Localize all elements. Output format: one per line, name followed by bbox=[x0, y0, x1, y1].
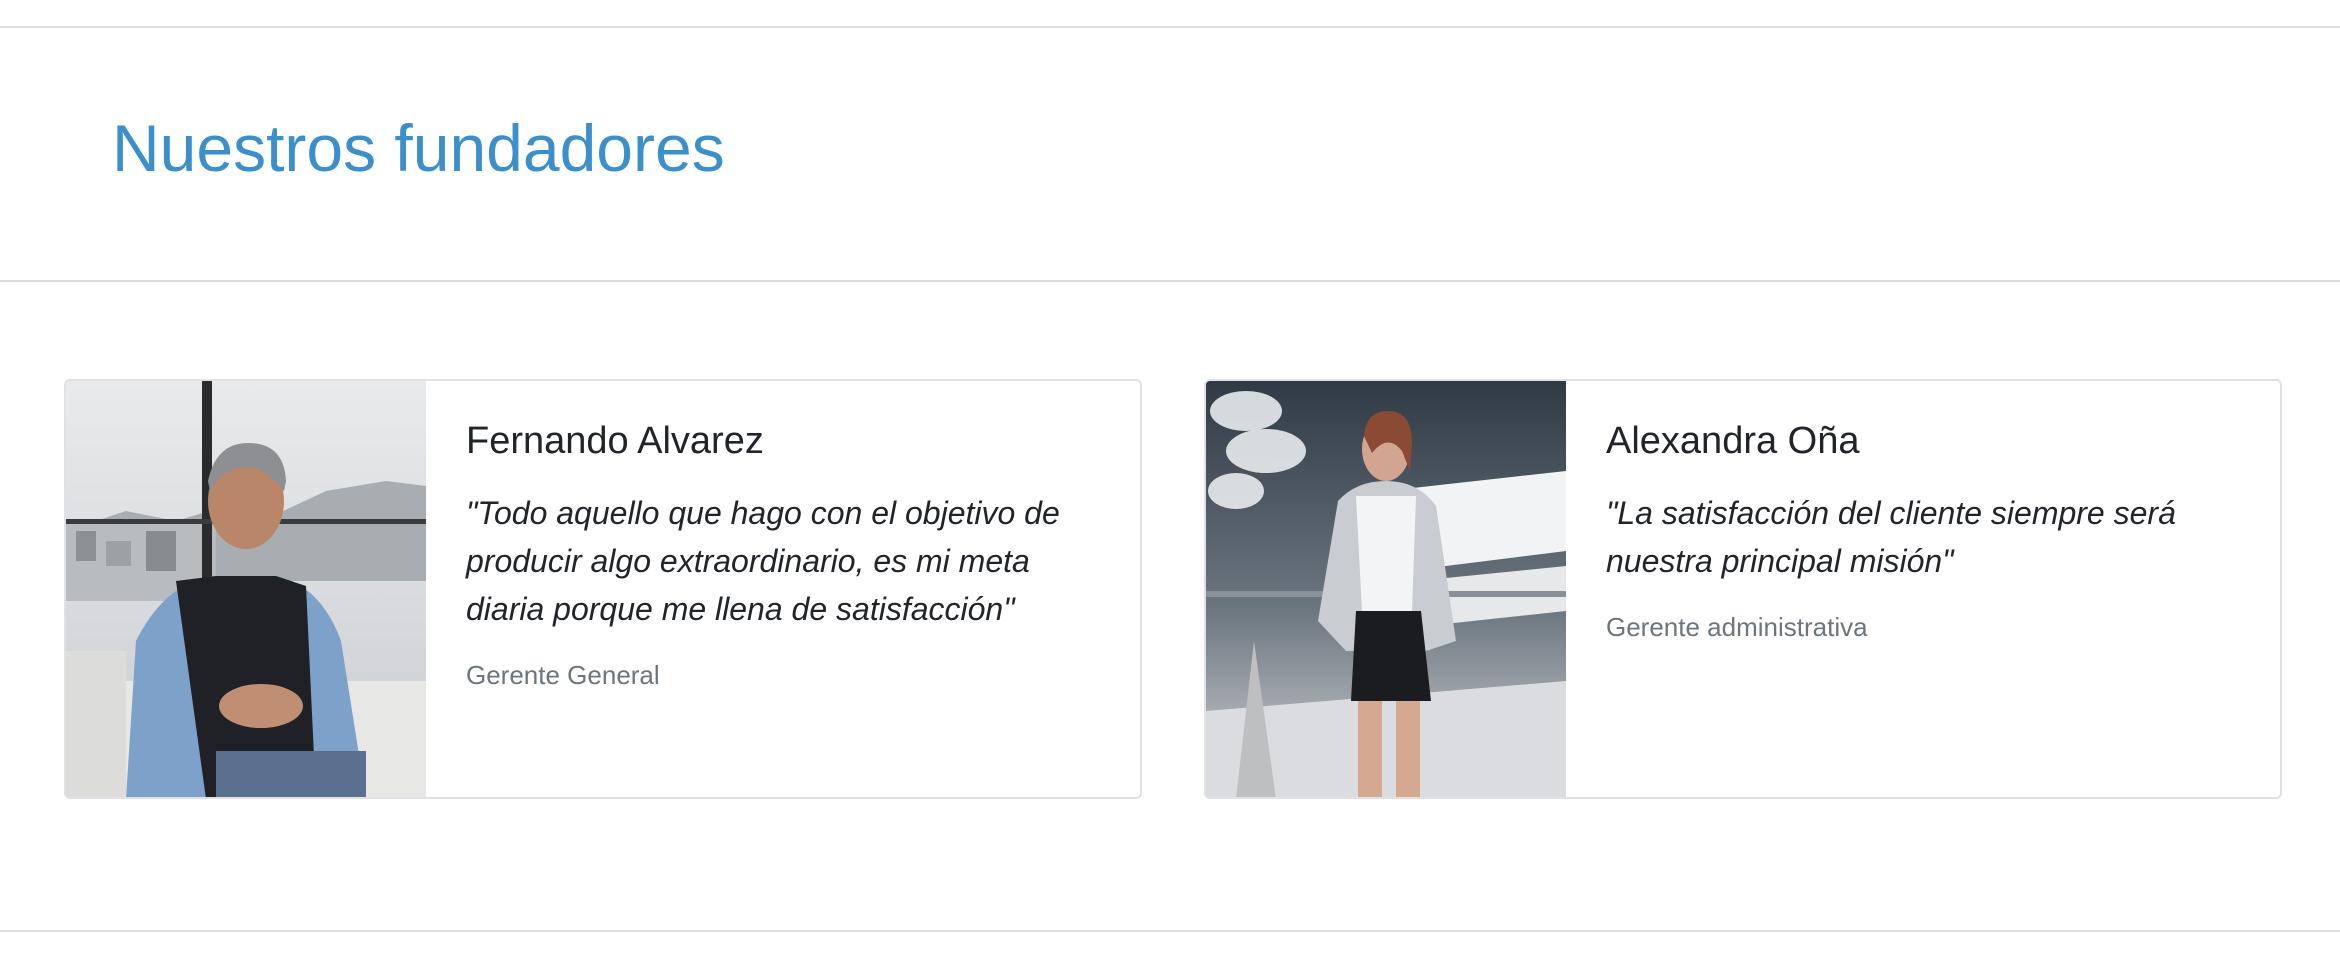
top-divider bbox=[0, 26, 2340, 28]
founder-quote: "Todo aquello que hago con el objetivo d… bbox=[466, 495, 1060, 627]
founder-photo bbox=[66, 381, 426, 797]
founder-name: Alexandra Oña bbox=[1606, 420, 1860, 462]
founder-name: Fernando Alvarez bbox=[466, 420, 764, 462]
section-title: Nuestros fundadores bbox=[112, 111, 725, 185]
founder-card-body: Fernando Alvarez "Todo aquello que hago … bbox=[466, 417, 1110, 693]
founder-role: Gerente General bbox=[466, 660, 660, 690]
founder-quote: "La satisfacción del cliente siempre ser… bbox=[1606, 495, 2176, 579]
founder-photo bbox=[1206, 381, 1566, 797]
founder-role: Gerente administrativa bbox=[1606, 612, 1868, 642]
founder-card: Fernando Alvarez "Todo aquello que hago … bbox=[64, 379, 1142, 799]
section-divider bbox=[0, 280, 2340, 282]
bottom-divider bbox=[0, 930, 2340, 932]
founder-card-body: Alexandra Oña "La satisfacción del clien… bbox=[1606, 417, 2250, 645]
founder-card: Alexandra Oña "La satisfacción del clien… bbox=[1204, 379, 2282, 799]
founders-page: Nuestros fundadores Fernando Alvarez "To… bbox=[0, 0, 2340, 974]
